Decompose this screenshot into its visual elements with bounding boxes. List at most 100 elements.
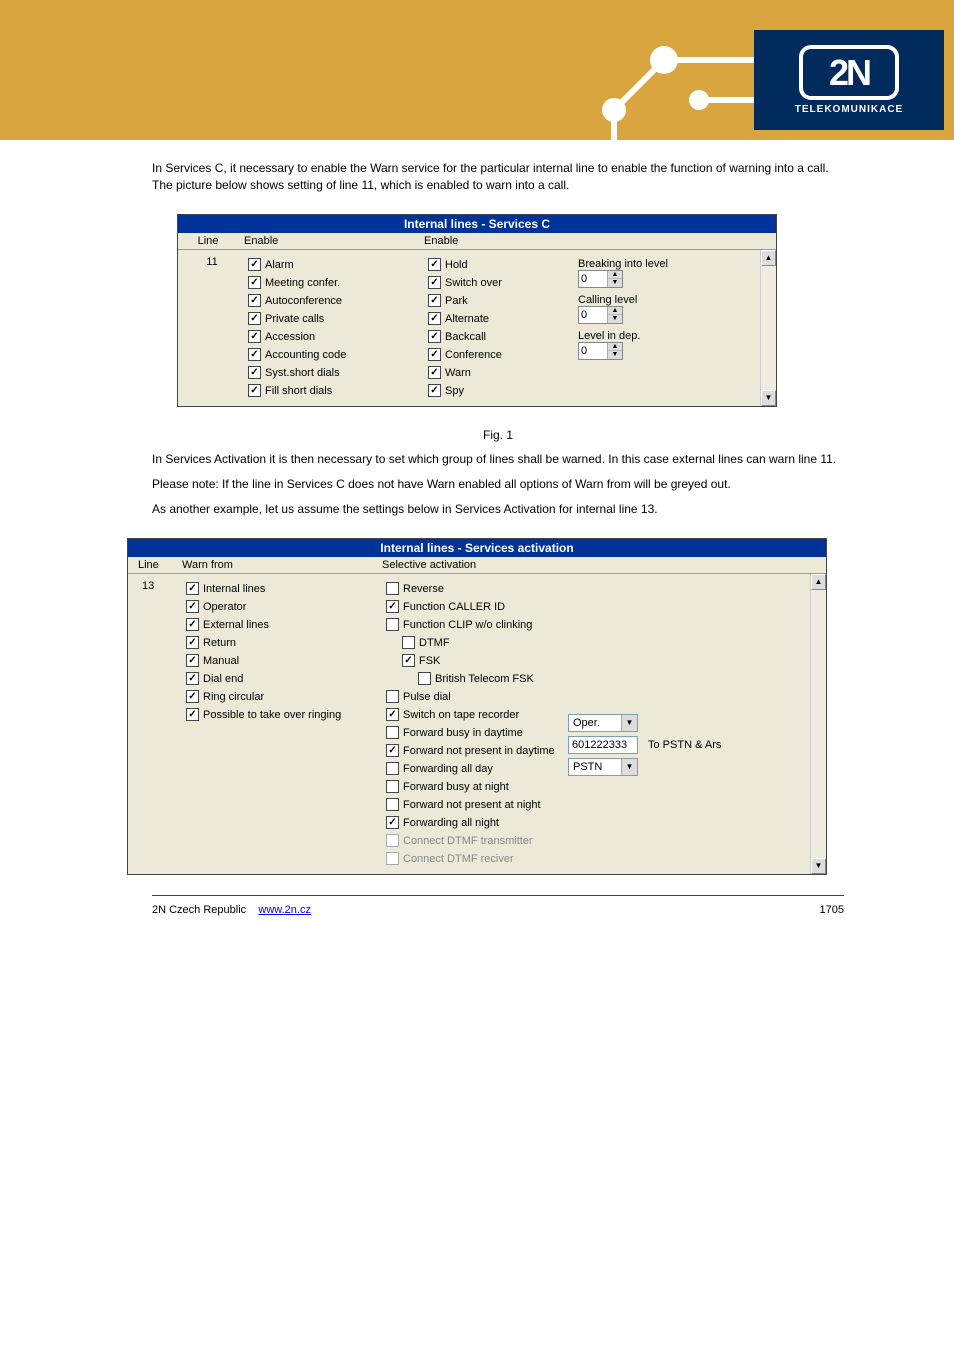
enable1-label: Accounting code [265,349,346,361]
enable1-checkbox[interactable] [248,294,261,307]
selective-checkbox[interactable] [386,600,399,613]
warn-from-checkbox[interactable] [186,636,199,649]
panel-services-c: Internal lines - Services C Line Enable … [177,214,777,407]
head-enable2: Enable [418,235,568,247]
warn-from-checkbox[interactable] [186,672,199,685]
scrollbar-2[interactable]: ▲ ▼ [810,574,826,874]
enable1-label: Fill short dials [265,385,332,397]
footer-divider [152,895,844,896]
selective-checkbox[interactable] [386,618,399,631]
fig1-caption: Fig. 1 [152,427,844,444]
warn-from-label: Manual [203,655,239,667]
selective-checkbox[interactable] [386,726,399,739]
panel1-title: Internal lines - Services C [178,215,776,233]
selective-checkbox[interactable] [386,780,399,793]
selective-checkbox[interactable] [402,654,415,667]
selective-label: Connect DTMF transmitter [403,835,533,847]
enable2-checkbox[interactable] [428,312,441,325]
scrollbar[interactable]: ▲ ▼ [760,250,776,406]
spinner-input[interactable] [579,307,607,323]
intro-p1: In Services C, it necessary to enable th… [152,160,844,194]
phone-number-input[interactable] [568,736,638,754]
warn-from-checkbox[interactable] [186,600,199,613]
dropdown-pstn[interactable]: PSTN ▼ [568,758,638,776]
enable2-checkbox[interactable] [428,294,441,307]
selective-checkbox[interactable] [386,798,399,811]
footer-link[interactable]: www.2n.cz [258,904,311,916]
enable1-checkbox[interactable] [248,384,261,397]
chevron-down-icon[interactable]: ▼ [621,759,637,775]
enable2-checkbox[interactable] [428,366,441,379]
selective-checkbox[interactable] [386,708,399,721]
chevron-down-icon[interactable]: ▼ [621,715,637,731]
footer: 2N Czech Republic www.2n.cz 1705 [0,904,954,946]
enable2-checkbox[interactable] [428,258,441,271]
warn-from-checkbox[interactable] [186,618,199,631]
selective-label: Function CLIP w/o clinking [403,619,532,631]
warn-from-checkbox[interactable] [186,708,199,721]
panel2-title: Internal lines - Services activation [128,539,826,557]
selective-checkbox[interactable] [386,690,399,703]
scroll-down-icon[interactable]: ▼ [761,390,776,406]
scroll-up-icon[interactable]: ▲ [811,574,826,590]
selective-label: DTMF [419,637,450,649]
spin-down-icon[interactable]: ▼ [608,315,622,323]
enable1-label: Alarm [265,259,294,271]
spinner-input[interactable] [579,271,607,287]
selective-label: Forward busy at night [403,781,509,793]
spin-up-icon[interactable]: ▲ [608,343,622,352]
head-line: Line [178,235,238,247]
to-pstn-ars-label[interactable]: To PSTN & Ars [648,739,721,751]
enable1-checkbox[interactable] [248,348,261,361]
selective-checkbox[interactable] [386,816,399,829]
warn-from-checkbox[interactable] [186,654,199,667]
enable1-checkbox[interactable] [248,312,261,325]
enable1-checkbox[interactable] [248,276,261,289]
selective-checkbox[interactable] [386,762,399,775]
enable2-checkbox[interactable] [428,276,441,289]
enable2-checkbox[interactable] [428,330,441,343]
head2-line: Line [128,559,176,571]
enable2-checkbox[interactable] [428,384,441,397]
enable1-label: Accession [265,331,315,343]
selective-checkbox [386,852,399,865]
spin-down-icon[interactable]: ▼ [608,351,622,359]
selective-checkbox[interactable] [418,672,431,685]
level-spinner[interactable]: ▲▼ [578,306,623,324]
dropdown-pstn-value: PSTN [569,761,621,773]
enable1-checkbox[interactable] [248,330,261,343]
selective-checkbox[interactable] [386,744,399,757]
warn-from-label: Internal lines [203,583,265,595]
warn-from-label: Return [203,637,236,649]
scroll-down-icon[interactable]: ▼ [811,858,826,874]
logo-subtitle: TELEKOMUNIKACE [795,104,903,115]
warn-from-label: Dial end [203,673,243,685]
enable2-label: Switch over [445,277,502,289]
enable1-checkbox[interactable] [248,366,261,379]
spinner-label: Calling level [578,294,716,306]
spin-up-icon[interactable]: ▲ [608,271,622,280]
selective-label: Function CALLER ID [403,601,505,613]
spin-up-icon[interactable]: ▲ [608,307,622,316]
selective-checkbox[interactable] [402,636,415,649]
selective-label: Forward busy in daytime [403,727,523,739]
warn-from-checkbox[interactable] [186,690,199,703]
scroll-up-icon[interactable]: ▲ [761,250,776,266]
enable2-label: Alternate [445,313,489,325]
enable2-checkbox[interactable] [428,348,441,361]
spinner-input[interactable] [579,343,607,359]
footer-company: 2N Czech Republic [152,904,246,916]
level-spinner[interactable]: ▲▼ [578,342,623,360]
head2-sel: Selective activation [376,559,826,571]
level-spinner[interactable]: ▲▼ [578,270,623,288]
line-number-2: 13 [132,580,180,868]
spinner-label: Level in dep. [578,330,716,342]
enable1-checkbox[interactable] [248,258,261,271]
logo-box: 2N TELEKOMUNIKACE [754,30,944,130]
warn-from-checkbox[interactable] [186,582,199,595]
selective-label: Forwarding all day [403,763,493,775]
spin-down-icon[interactable]: ▼ [608,279,622,287]
selective-checkbox[interactable] [386,582,399,595]
dropdown-oper[interactable]: Oper. ▼ [568,714,638,732]
enable2-label: Hold [445,259,468,271]
